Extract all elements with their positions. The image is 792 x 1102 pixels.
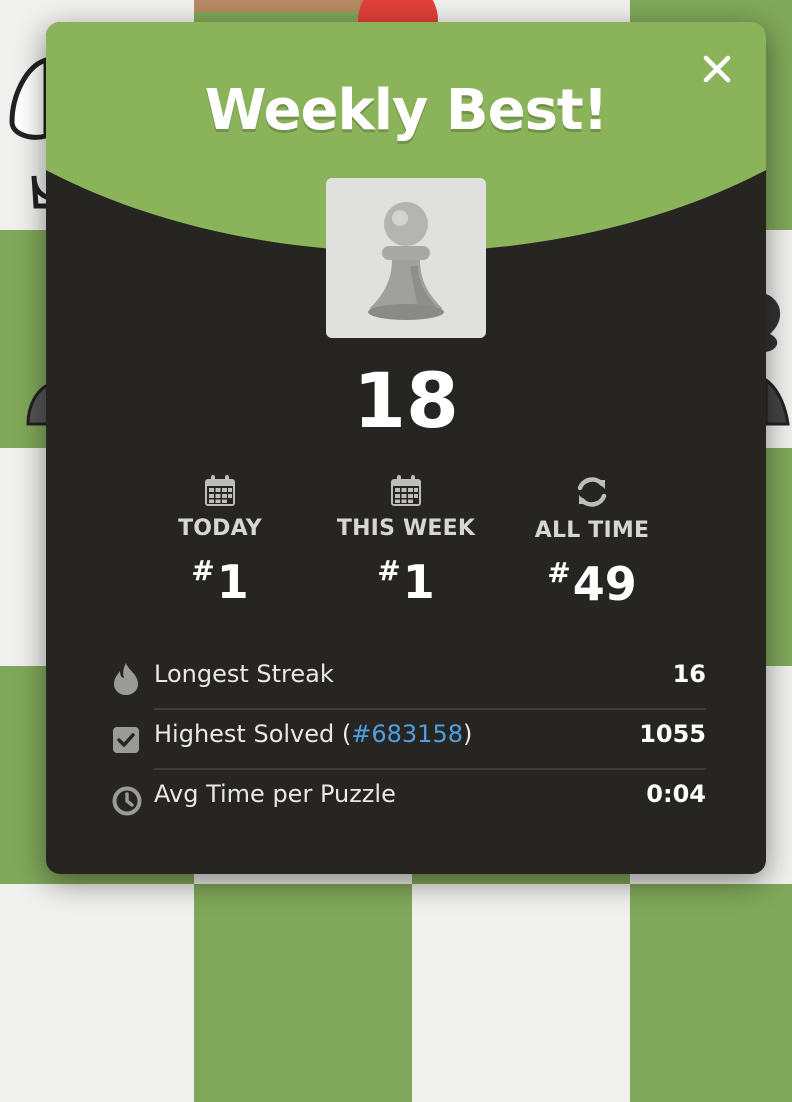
puzzle-link[interactable]: #683158 [351,720,463,748]
pawn-icon [368,202,444,320]
black-piece-icon [766,294,790,426]
rank-today: TODAY #1 [120,474,320,610]
stat-label: Longest Streak [154,660,334,688]
rank-label: ALL TIME [534,518,650,543]
score-value: 18 [353,356,459,445]
rank-value: #49 [547,556,637,611]
calendar-icon [391,475,421,506]
stat-avg-time: Avg Time per Puzzle 0:04 [112,770,706,830]
checkbox-icon [113,727,139,753]
refresh-icon [577,477,607,507]
stats-list: Longest Streak 16 Highest Solved (#68315… [112,650,706,830]
stat-value: 16 [672,660,706,688]
rank-label: TODAY [178,516,262,541]
stat-value: 1055 [639,720,706,748]
rank-this-week: THIS WEEK #1 [306,474,506,610]
weekly-best-modal: Weekly Best! 18 TODAY #1 THIS WEEK #1 AL… [46,22,766,874]
rank-all-time: ALL TIME #49 [492,474,692,612]
flame-icon [114,663,138,695]
stat-highest-solved: Highest Solved (#683158) 1055 [112,710,706,770]
rank-label: THIS WEEK [336,516,476,541]
stat-longest-streak: Longest Streak 16 [112,650,706,710]
stat-value: 0:04 [646,780,706,808]
stat-label: Highest Solved (#683158) [154,720,473,748]
calendar-icon [205,475,235,506]
modal-title: Weekly Best! [204,78,608,143]
pawn-tile [326,178,486,338]
clock-icon [112,786,142,816]
stat-label: Avg Time per Puzzle [154,780,396,808]
rank-value: #1 [191,554,249,609]
rank-value: #1 [377,554,435,609]
close-icon[interactable] [700,52,734,86]
